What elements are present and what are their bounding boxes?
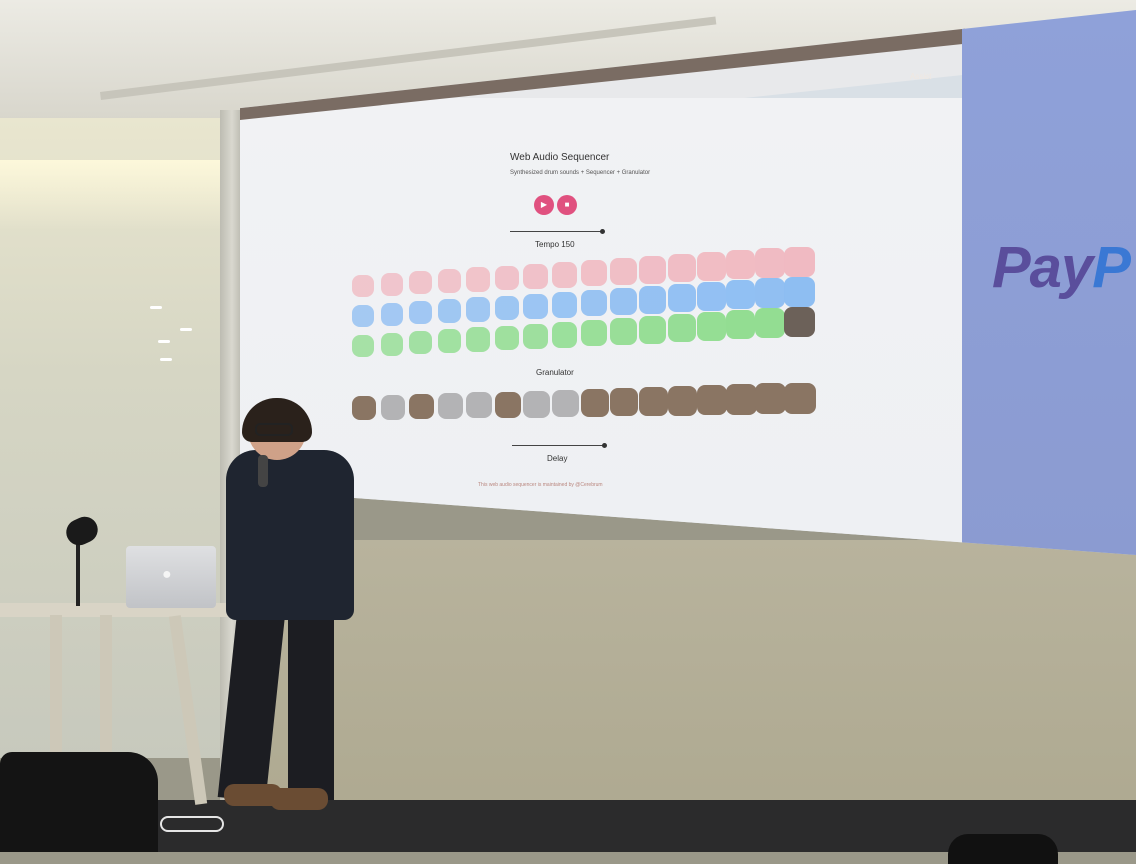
sequencer-pad-green <box>494 325 520 351</box>
sequencer-pad-green <box>352 335 374 357</box>
sequencer-pad-pink <box>380 273 404 296</box>
sequencer-pad-green <box>697 312 726 341</box>
sequencer-pad-pink <box>784 246 815 277</box>
sequencer-pad-green <box>466 327 491 352</box>
granulator-pad-grey <box>380 395 405 420</box>
granulator-pad-grey <box>551 389 579 418</box>
tempo-label: Tempo 150 <box>535 240 575 249</box>
play-button: ▶ <box>534 195 554 215</box>
sequencer-pad-pink <box>466 267 491 292</box>
sequencer-pad-blue <box>409 301 433 325</box>
sequencer-pad-blue <box>551 291 578 318</box>
sequencer-pad-blue <box>726 280 756 310</box>
chair <box>0 752 158 852</box>
sequencer-pad-blue <box>667 284 696 313</box>
sequencer-pad-green <box>551 321 578 348</box>
sequencer-pad-blue <box>494 295 520 321</box>
granulator-pad-grey <box>466 392 492 419</box>
granulator-pad-brown <box>494 391 521 418</box>
sequencer-pad-green <box>784 306 815 337</box>
granulator-pad-grey <box>437 393 463 419</box>
sponsor-logo: PayP <box>992 235 1131 300</box>
granulator-pad-brown <box>784 382 816 414</box>
granulator-pad-brown <box>352 396 376 420</box>
sequencer-pad-pink <box>437 269 462 293</box>
stop-icon: ■ <box>564 200 570 209</box>
shoe <box>270 788 328 810</box>
delay-slider-knob <box>602 443 607 448</box>
sequencer-pad-green <box>437 329 462 353</box>
tempo-slider <box>510 231 602 232</box>
sequencer-pad-blue <box>609 287 637 315</box>
sequencer-pad-blue <box>352 305 374 327</box>
sequencer-pad-pink <box>697 252 726 281</box>
sequencer-pad-green <box>409 331 433 355</box>
sequencer-pad-pink <box>667 254 696 283</box>
sequencer-pad-blue <box>380 303 404 326</box>
sequencer-pad-green <box>580 319 607 347</box>
chair <box>948 834 1058 864</box>
ceiling-light <box>180 328 192 331</box>
laptop: ● <box>126 546 216 608</box>
sequencer-pad-blue <box>523 293 549 319</box>
ceiling-light <box>150 306 162 309</box>
granulator-pad-brown <box>667 386 698 416</box>
cable <box>160 816 224 832</box>
sequencer-pad-blue <box>755 278 785 309</box>
granulator-pad-grey <box>523 390 550 418</box>
play-icon: ▶ <box>540 200 548 209</box>
sequencer-pad-blue <box>466 297 491 322</box>
granulator-pad-brown <box>580 388 609 417</box>
sequencer-pad-pink <box>580 259 607 287</box>
ceiling-light <box>160 358 172 361</box>
sequencer-pad-pink <box>551 261 578 288</box>
sequencer-pad-blue <box>580 289 607 317</box>
delay-label: Delay <box>547 454 568 463</box>
sequencer-pad-pink <box>755 248 785 279</box>
granulator-label: Granulator <box>536 368 574 377</box>
sequencer-pad-blue <box>697 282 726 311</box>
presenter-glasses <box>255 423 293 436</box>
granulator-pad-brown <box>609 387 639 417</box>
tempo-slider-knob <box>600 229 605 234</box>
wall-light-glow <box>0 160 224 230</box>
sequencer-pad-green <box>755 308 785 339</box>
sequencer-pad-blue <box>784 276 815 307</box>
sequencer-pad-green <box>726 310 756 340</box>
sequencer-pad-green <box>523 323 549 349</box>
header-link: Assist <box>910 72 932 81</box>
footer-note: This web audio sequencer is maintained b… <box>478 482 603 488</box>
sequencer-pad-pink <box>409 271 433 295</box>
ceiling-light <box>158 340 170 343</box>
sequencer-pad-pink <box>352 275 374 297</box>
sequencer-pad-blue <box>638 286 667 314</box>
presenter-jacket <box>226 450 354 620</box>
sequencer-pad-green <box>380 333 404 356</box>
sequencer-pad-green <box>667 314 696 343</box>
granulator-pad-brown <box>755 383 787 415</box>
sequencer-pad-pink <box>638 256 667 284</box>
sequencer-pad-green <box>638 316 667 344</box>
sequencer-pad-pink <box>609 257 637 285</box>
sequencer-pad-green <box>609 317 637 345</box>
apple-icon: ● <box>162 566 172 583</box>
granulator-pad-brown <box>726 384 757 415</box>
granulator-pad-brown <box>697 385 727 416</box>
granulator-pad-brown <box>409 394 434 420</box>
sequencer-pad-pink <box>494 265 520 291</box>
stop-button: ■ <box>557 195 577 215</box>
sequencer-pad-pink <box>523 263 549 289</box>
sequencer-pad-pink <box>726 250 756 280</box>
app-subtitle: Synthesized drum sounds + Sequencer + Gr… <box>510 170 651 176</box>
person-leg <box>288 600 334 800</box>
sequencer-pad-blue <box>437 299 462 323</box>
granulator-pad-brown <box>638 387 668 416</box>
app-title: Web Audio Sequencer <box>510 152 610 163</box>
handheld-mic <box>258 455 268 487</box>
delay-slider <box>512 445 604 446</box>
